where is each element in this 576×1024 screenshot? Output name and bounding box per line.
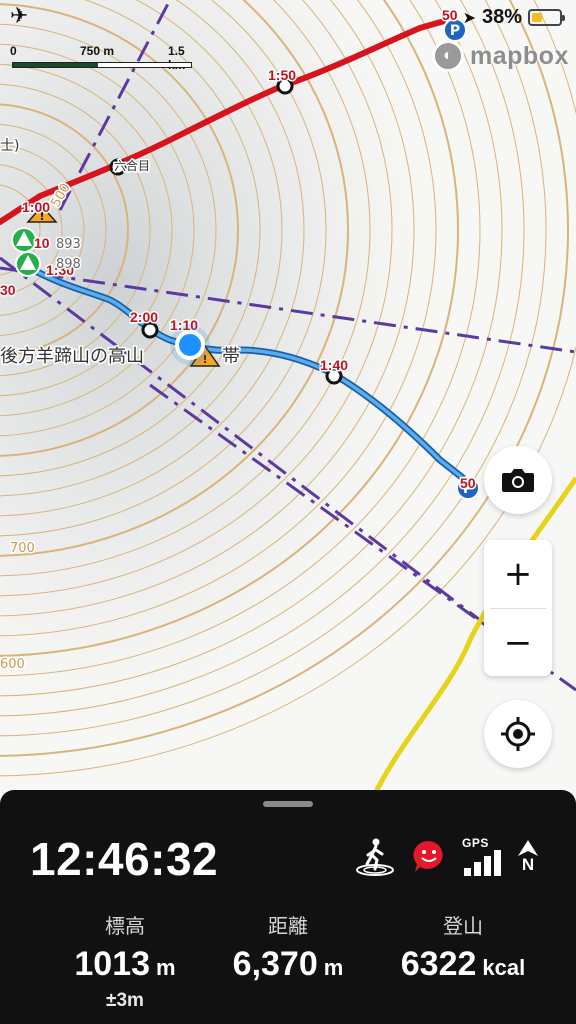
track-time-label: 30 — [0, 282, 16, 298]
track-time-label: 1:50 — [268, 67, 296, 83]
compass-north-icon[interactable]: N — [518, 840, 538, 874]
place-label: 後方羊蹄山の高山 — [0, 346, 144, 367]
scale-bar — [12, 62, 192, 68]
battery-fill — [532, 13, 542, 22]
elapsed-time: 12:46:32 — [30, 833, 219, 885]
stat-label: 標高 — [105, 916, 145, 938]
current-location-marker — [170, 325, 210, 365]
scale-label-zero: 0 — [10, 44, 17, 58]
location-arrow-icon: ➤ — [462, 8, 476, 27]
locate-me-button[interactable] — [484, 700, 552, 768]
zoom-in-button[interactable]: + — [484, 540, 552, 608]
elevation-stat: 標高 1013 m ±3m — [50, 910, 200, 1012]
distance-stat: 距離 6,370 m — [213, 910, 363, 984]
stat-label: 距離 — [268, 916, 308, 938]
stat-label: 登山 — [443, 916, 483, 938]
mapbox-wordmark: mapbox — [470, 41, 569, 70]
north-label: N — [521, 855, 535, 874]
scale-label-mid: 750 m — [80, 44, 115, 58]
gps-signal-icon[interactable]: GPS — [462, 836, 502, 876]
calories-stat: 登山 6322 kcal — [388, 910, 538, 984]
track-time-label: 2:00 — [130, 309, 158, 325]
place-label: 士) — [0, 138, 19, 154]
stat-value: 6322 — [400, 945, 477, 983]
mountain-hut-icon[interactable] — [11, 227, 37, 253]
altitude-label: 893 — [56, 237, 81, 252]
zoom-controls: + − — [484, 540, 552, 676]
track-time-label: 10 — [34, 235, 50, 251]
place-label: 六合目 — [114, 158, 150, 173]
battery-percent: 38% — [481, 6, 522, 28]
altitude-label: 898 — [56, 257, 81, 272]
app-screen: ! ! P P 50 1:50 1:00 10 1:30 2:00 1:10 1… — [0, 0, 576, 1024]
map-canvas[interactable]: ! ! P P 50 1:50 1:00 10 1:30 2:00 1:10 1… — [0, 0, 576, 800]
mapbox-mark-icon: ◐ — [432, 40, 464, 72]
stat-value: 6,370 — [232, 945, 318, 983]
track-time-label: 50 — [460, 475, 476, 491]
battery-icon — [528, 9, 565, 26]
zoom-out-button[interactable]: − — [484, 609, 552, 677]
airplane-icon: ✈ — [10, 4, 29, 29]
track-time-label: 1:40 — [320, 357, 348, 373]
stat-unit: m — [323, 955, 344, 980]
tracking-panel: 12:46:32 GPS N 標高 1013 m ±3m 距離 6,370 m … — [0, 790, 576, 1024]
map-view[interactable]: ! ! P P 50 1:50 1:00 10 1:30 2:00 1:10 1… — [0, 0, 576, 800]
panel-drag-handle[interactable] — [263, 801, 313, 807]
track-time-label: 1:00 — [22, 199, 50, 215]
place-label: 帯 — [222, 346, 240, 367]
crosshair-icon — [501, 717, 535, 751]
mountain-hut-icon[interactable] — [15, 251, 41, 277]
stat-unit: m — [156, 955, 176, 980]
contour-label: 600 — [0, 657, 25, 672]
camera-button[interactable] — [484, 446, 552, 514]
face-icon[interactable] — [412, 839, 446, 875]
stat-value: 1013 — [74, 945, 151, 983]
status-bar: ✈ ➤ 38% — [0, 0, 576, 34]
contour-label: 700 — [10, 541, 35, 556]
mapbox-logo[interactable]: ◐ mapbox — [432, 40, 569, 72]
map-scale-bar: 0 750 m 1.5 km — [10, 44, 195, 72]
camera-icon — [502, 469, 534, 492]
waypoint-marker[interactable] — [141, 321, 159, 339]
stat-unit: kcal — [482, 955, 526, 980]
stat-accuracy: ±3m — [106, 990, 144, 1011]
hiker-icon[interactable] — [354, 836, 396, 878]
